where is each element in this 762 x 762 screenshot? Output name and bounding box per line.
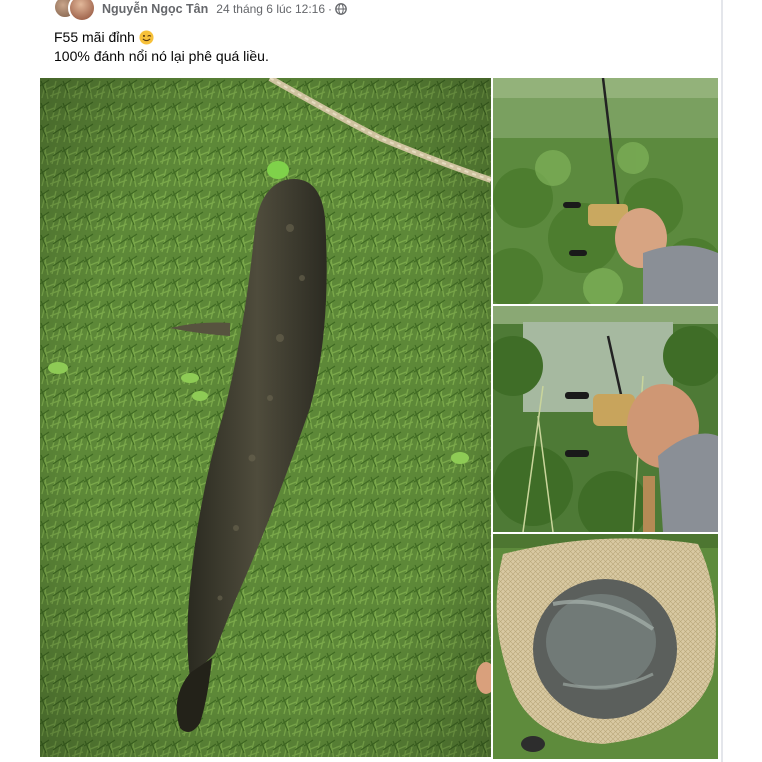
post-header: Nguyễn Ngọc Tân 24 tháng 6 lúc 12:16 · bbox=[54, 0, 347, 22]
post-text-line2: 100% đánh nổi nó lại phê quá liều. bbox=[54, 48, 269, 64]
author-name[interactable]: Nguyễn Ngọc Tân bbox=[102, 2, 208, 16]
post-text: F55 mãi đỉnh 100% đánh nổi nó lại phê qu… bbox=[54, 28, 269, 66]
fish-in-net-image bbox=[493, 534, 718, 759]
photo-fish-in-net[interactable] bbox=[493, 534, 718, 759]
reel-in-hand-image bbox=[493, 306, 718, 532]
wink-emoji-icon bbox=[139, 30, 154, 45]
photo-fish-on-grass[interactable] bbox=[40, 78, 491, 757]
post-text-line: 100% đánh nổi nó lại phê quá liều. bbox=[54, 47, 269, 66]
avatar-group[interactable] bbox=[54, 0, 96, 22]
photo-rod-over-pond[interactable] bbox=[493, 78, 718, 304]
globe-icon[interactable] bbox=[335, 3, 347, 15]
post-text-line: F55 mãi đỉnh bbox=[54, 28, 269, 47]
photo-reel-in-hand[interactable] bbox=[493, 306, 718, 532]
post-meta: 24 tháng 6 lúc 12:16 · bbox=[216, 2, 347, 16]
post-timestamp[interactable]: 24 tháng 6 lúc 12:16 bbox=[216, 2, 325, 16]
card-edge bbox=[721, 0, 723, 762]
post-text-line1: F55 mãi đỉnh bbox=[54, 29, 135, 45]
rod-over-pond-image bbox=[493, 78, 718, 304]
fish-on-grass-image bbox=[40, 78, 491, 757]
meta-separator: · bbox=[328, 2, 333, 16]
